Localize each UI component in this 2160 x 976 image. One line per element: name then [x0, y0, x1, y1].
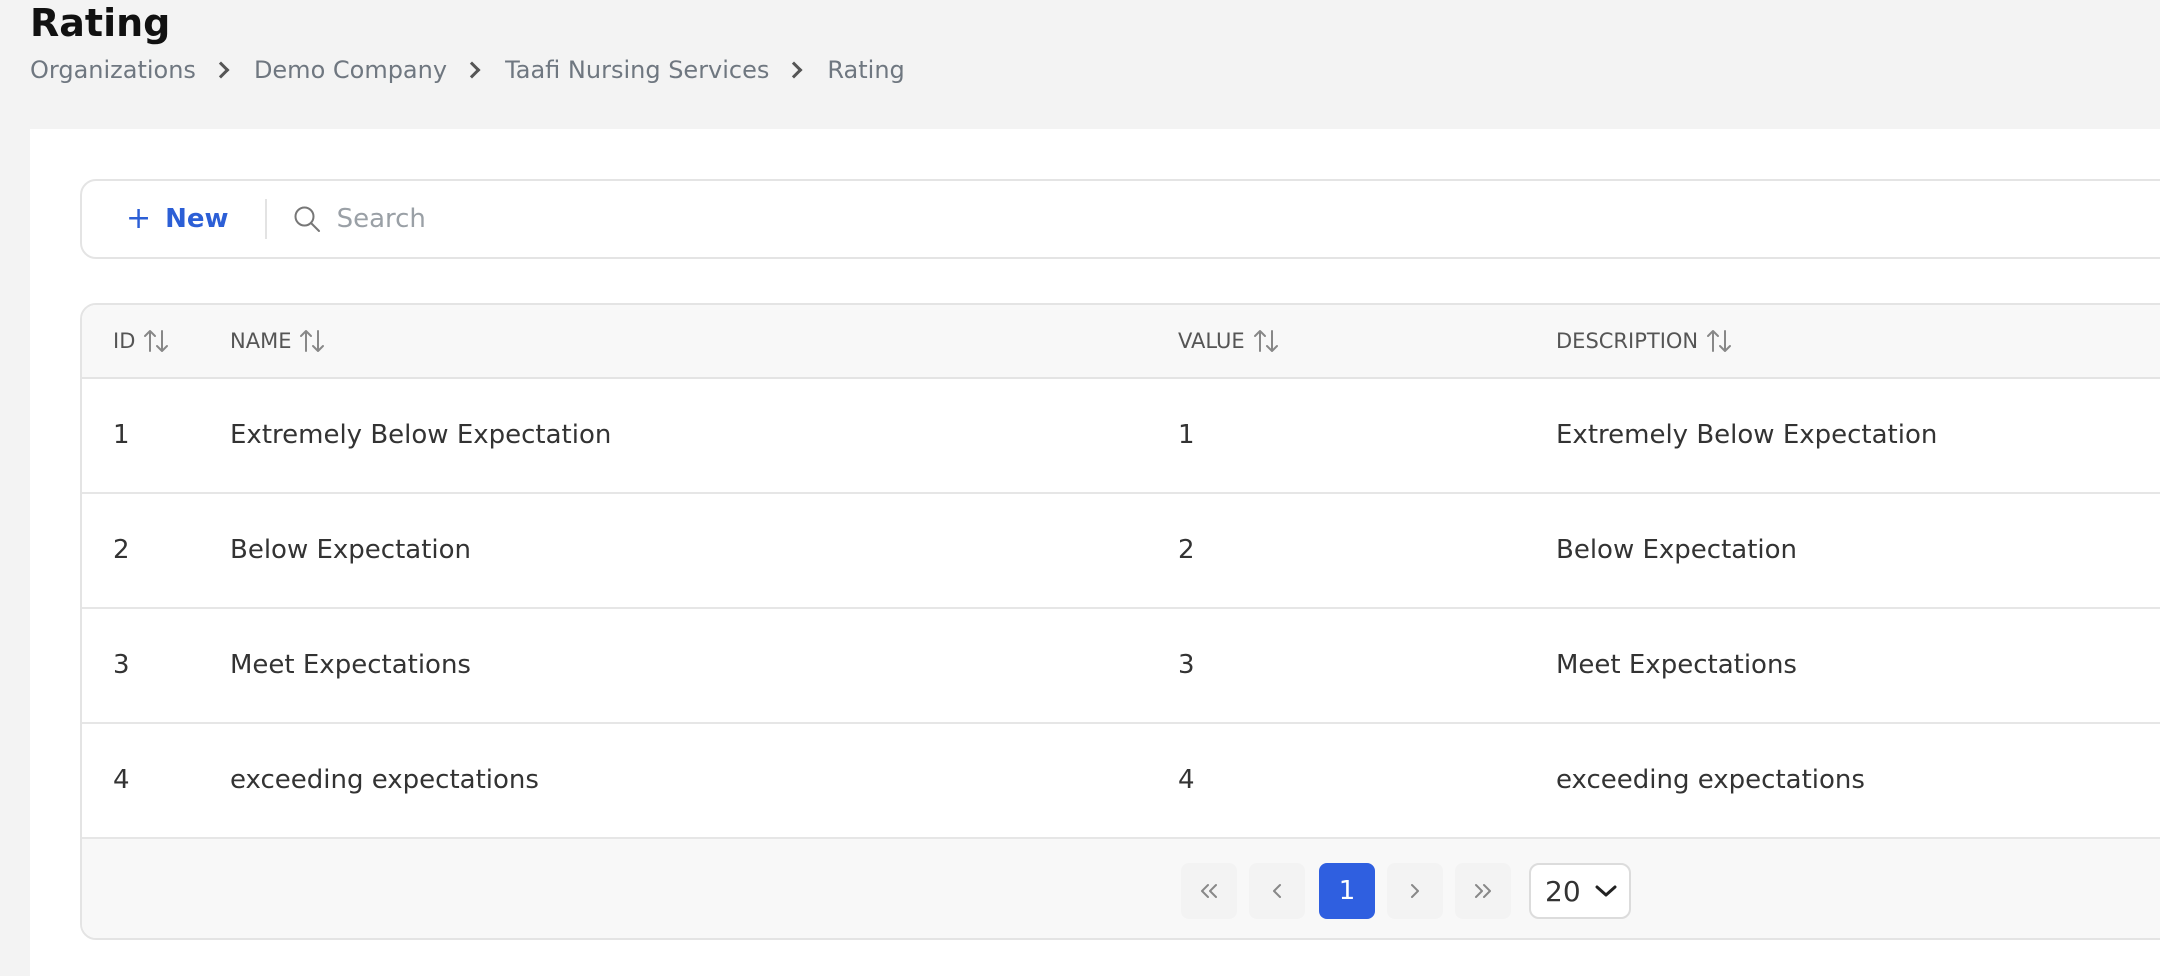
cell-id: 3 [113, 650, 130, 680]
column-header-value-label: VALUE [1178, 329, 1245, 353]
first-page-button[interactable] [1181, 863, 1237, 919]
chevron-right-icon [212, 61, 230, 79]
chevron-right-icon [785, 61, 803, 79]
new-button-label: New [165, 204, 229, 234]
breadcrumb-taafi-nursing-services[interactable]: Taafi Nursing Services [505, 56, 769, 84]
page-button-current[interactable]: 1 [1319, 863, 1375, 919]
sort-icon [1253, 330, 1278, 352]
toolbar: + New [80, 179, 2160, 259]
search-input[interactable] [334, 203, 1139, 235]
table-footer: 1 20 [82, 839, 2160, 938]
table-header: ID NAME VALUE DESCRIPTION [82, 305, 2160, 379]
cell-name: Meet Expectations [230, 650, 471, 680]
sort-icon [144, 330, 169, 352]
column-header-name-label: NAME [230, 329, 292, 353]
search-icon [294, 206, 320, 232]
sort-icon [1707, 330, 1732, 352]
page-size-select[interactable]: 20 [1529, 863, 1631, 919]
table-row[interactable]: 1 Extremely Below Expectation 1 Extremel… [82, 379, 2160, 494]
new-button[interactable]: + New [126, 201, 229, 236]
table-row[interactable]: 4 exceeding expectations 4 exceeding exp… [82, 724, 2160, 839]
column-header-value[interactable]: VALUE [1178, 327, 1279, 355]
cell-description: Meet Expectations [1556, 650, 1797, 680]
column-header-id-label: ID [113, 329, 136, 353]
table-row[interactable]: 2 Below Expectation 2 Below Expectation [82, 494, 2160, 609]
cell-value: 3 [1178, 650, 1195, 680]
chevron-right-icon [1411, 884, 1419, 898]
cell-value: 4 [1178, 765, 1195, 795]
cell-description: Below Expectation [1556, 535, 1798, 565]
next-page-button[interactable] [1387, 863, 1443, 919]
breadcrumb-organizations[interactable]: Organizations [30, 56, 196, 84]
cell-name: exceeding expectations [230, 765, 539, 795]
column-header-id[interactable]: ID [113, 327, 169, 355]
breadcrumb-demo-company[interactable]: Demo Company [254, 56, 447, 84]
column-header-description-label: DESCRIPTION [1556, 329, 1699, 353]
column-header-description[interactable]: DESCRIPTION [1556, 327, 1732, 355]
chevron-left-icon [1273, 884, 1281, 898]
double-chevron-right-icon [1475, 884, 1491, 898]
table-row[interactable]: 3 Meet Expectations 3 Meet Expectations [82, 609, 2160, 724]
cell-description: exceeding expectations [1556, 765, 1865, 795]
page-title: Rating [30, 1, 171, 45]
plus-icon: + [126, 201, 152, 236]
cell-description: Extremely Below Expectation [1556, 420, 1938, 450]
column-header-name[interactable]: NAME [230, 327, 325, 355]
last-page-button[interactable] [1455, 863, 1511, 919]
cell-name: Extremely Below Expectation [230, 420, 612, 450]
toolbar-divider [264, 199, 267, 239]
cell-value: 1 [1178, 420, 1195, 450]
cell-id: 1 [113, 420, 130, 450]
rating-table: ID NAME VALUE DESCRIPTION 1 Extremely Be… [80, 303, 2160, 940]
previous-page-button[interactable] [1249, 863, 1305, 919]
page-size-value: 20 [1545, 874, 1581, 908]
cell-id: 2 [113, 535, 130, 565]
double-chevron-left-icon [1201, 884, 1217, 898]
cell-name: Below Expectation [230, 535, 472, 565]
cell-value: 2 [1178, 535, 1195, 565]
content-panel: + New ID NAME [30, 129, 2160, 976]
breadcrumb: Organizations Demo Company Taafi Nursing… [30, 56, 905, 84]
page-header: Rating Organizations Demo Company Taafi … [30, 0, 905, 84]
breadcrumb-rating: Rating [827, 56, 905, 84]
sort-icon [300, 330, 325, 352]
chevron-right-icon [463, 61, 481, 79]
cell-id: 4 [113, 765, 130, 795]
pagination: 1 20 [1181, 863, 1631, 919]
chevron-down-icon [1595, 885, 1617, 897]
